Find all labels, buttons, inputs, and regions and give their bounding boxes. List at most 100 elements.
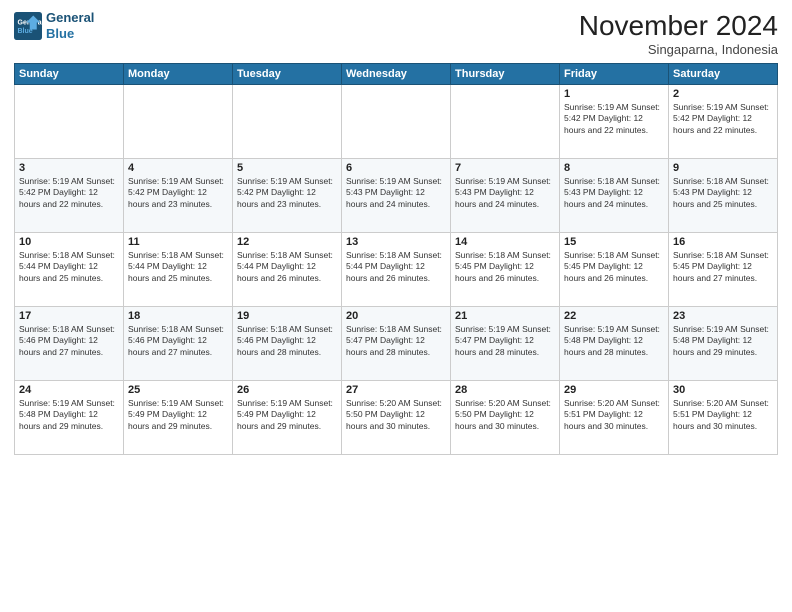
day-info: Sunrise: 5:20 AM Sunset: 5:50 PM Dayligh…: [455, 398, 555, 432]
day-number: 20: [346, 310, 446, 322]
calendar-week-2: 3 Sunrise: 5:19 AM Sunset: 5:42 PM Daylig…: [15, 159, 778, 233]
logo-line2: Blue: [46, 26, 74, 41]
month-title: November 2024: [579, 10, 778, 42]
day-number: 11: [128, 236, 228, 248]
calendar-week-5: 24Sunrise: 5:19 AM Sunset: 5:48 PM Dayli…: [15, 381, 778, 455]
logo-line1: General: [46, 10, 94, 25]
table-row: 21 Sunrise: 5:19 AM Sunset: 5:47 PM Dayli…: [451, 307, 560, 381]
day-info: Sunrise: 5:19 AM Sunset: 5:42 PM Dayligh…: [564, 102, 664, 136]
day-number: 2: [673, 88, 773, 100]
day-number: 21: [455, 310, 555, 322]
table-row: 28Sunrise: 5:20 AM Sunset: 5:50 PM Dayli…: [451, 381, 560, 455]
day-info: Sunrise: 5:19 AM Sunset: 5:43 PM Dayligh…: [346, 176, 446, 210]
day-info: Sunrise: 5:19 AM Sunset: 5:42 PM Dayligh…: [19, 176, 119, 210]
day-info: Sunrise: 5:18 AM Sunset: 5:44 PM Dayligh…: [346, 250, 446, 284]
day-number: 23: [673, 310, 773, 322]
logo: General Blue General Blue: [14, 10, 94, 41]
day-number: 9: [673, 162, 773, 174]
day-info: Sunrise: 5:20 AM Sunset: 5:51 PM Dayligh…: [673, 398, 773, 432]
day-info: Sunrise: 5:20 AM Sunset: 5:51 PM Dayligh…: [564, 398, 664, 432]
calendar-week-1: 1 Sunrise: 5:19 AM Sunset: 5:42 PM Daylig…: [15, 85, 778, 159]
header-monday: Monday: [124, 64, 233, 85]
table-row: 14 Sunrise: 5:18 AM Sunset: 5:45 PM Dayli…: [451, 233, 560, 307]
header-tuesday: Tuesday: [233, 64, 342, 85]
table-row: [342, 85, 451, 159]
logo-text: General Blue: [46, 10, 94, 41]
table-row: 19Sunrise: 5:18 AM Sunset: 5:46 PM Dayli…: [233, 307, 342, 381]
day-number: 4: [128, 162, 228, 174]
table-row: 23 Sunrise: 5:19 AM Sunset: 5:48 PM Dayli…: [669, 307, 778, 381]
day-info: Sunrise: 5:19 AM Sunset: 5:49 PM Dayligh…: [128, 398, 228, 432]
day-info: Sunrise: 5:18 AM Sunset: 5:46 PM Dayligh…: [128, 324, 228, 358]
day-number: 22: [564, 310, 664, 322]
table-row: 20 Sunrise: 5:18 AM Sunset: 5:47 PM Dayli…: [342, 307, 451, 381]
header: General Blue General Blue November 2024 …: [14, 10, 778, 57]
day-info: Sunrise: 5:20 AM Sunset: 5:50 PM Dayligh…: [346, 398, 446, 432]
day-number: 26: [237, 384, 337, 396]
table-row: 17 Sunrise: 5:18 AM Sunset: 5:46 PM Dayli…: [15, 307, 124, 381]
day-number: 7: [455, 162, 555, 174]
table-row: 26 Sunrise: 5:19 AM Sunset: 5:49 PM Dayli…: [233, 381, 342, 455]
day-info: Sunrise: 5:19 AM Sunset: 5:48 PM Dayligh…: [673, 324, 773, 358]
table-row: [15, 85, 124, 159]
table-row: 12Sunrise: 5:18 AM Sunset: 5:44 PM Dayli…: [233, 233, 342, 307]
day-number: 29: [564, 384, 664, 396]
day-info: Sunrise: 5:19 AM Sunset: 5:49 PM Dayligh…: [237, 398, 337, 432]
day-number: 1: [564, 88, 664, 100]
day-info: Sunrise: 5:19 AM Sunset: 5:43 PM Dayligh…: [455, 176, 555, 210]
location-subtitle: Singaparna, Indonesia: [579, 42, 778, 57]
day-info: Sunrise: 5:18 AM Sunset: 5:46 PM Dayligh…: [19, 324, 119, 358]
table-row: 4 Sunrise: 5:19 AM Sunset: 5:42 PM Daylig…: [124, 159, 233, 233]
logo-icon: General Blue: [14, 12, 42, 40]
table-row: 13Sunrise: 5:18 AM Sunset: 5:44 PM Dayli…: [342, 233, 451, 307]
day-number: 6: [346, 162, 446, 174]
day-number: 10: [19, 236, 119, 248]
table-row: 15 Sunrise: 5:18 AM Sunset: 5:45 PM Dayli…: [560, 233, 669, 307]
day-number: 15: [564, 236, 664, 248]
table-row: 24Sunrise: 5:19 AM Sunset: 5:48 PM Dayli…: [15, 381, 124, 455]
table-row: 11 Sunrise: 5:18 AM Sunset: 5:44 PM Dayli…: [124, 233, 233, 307]
table-row: 27 Sunrise: 5:20 AM Sunset: 5:50 PM Dayli…: [342, 381, 451, 455]
day-info: Sunrise: 5:19 AM Sunset: 5:47 PM Dayligh…: [455, 324, 555, 358]
table-row: [451, 85, 560, 159]
day-number: 17: [19, 310, 119, 322]
table-row: 1 Sunrise: 5:19 AM Sunset: 5:42 PM Daylig…: [560, 85, 669, 159]
header-wednesday: Wednesday: [342, 64, 451, 85]
day-info: Sunrise: 5:19 AM Sunset: 5:48 PM Dayligh…: [564, 324, 664, 358]
day-info: Sunrise: 5:18 AM Sunset: 5:45 PM Dayligh…: [564, 250, 664, 284]
day-info: Sunrise: 5:18 AM Sunset: 5:47 PM Dayligh…: [346, 324, 446, 358]
calendar-header-row: Sunday Monday Tuesday Wednesday Thursday…: [15, 64, 778, 85]
day-info: Sunrise: 5:18 AM Sunset: 5:44 PM Dayligh…: [128, 250, 228, 284]
day-info: Sunrise: 5:18 AM Sunset: 5:45 PM Dayligh…: [455, 250, 555, 284]
table-row: [124, 85, 233, 159]
calendar-week-3: 10 Sunrise: 5:18 AM Sunset: 5:44 PM Dayli…: [15, 233, 778, 307]
title-block: November 2024 Singaparna, Indonesia: [579, 10, 778, 57]
day-number: 18: [128, 310, 228, 322]
day-info: Sunrise: 5:18 AM Sunset: 5:43 PM Dayligh…: [673, 176, 773, 210]
header-friday: Friday: [560, 64, 669, 85]
table-row: 16Sunrise: 5:18 AM Sunset: 5:45 PM Dayli…: [669, 233, 778, 307]
day-number: 16: [673, 236, 773, 248]
table-row: 25 Sunrise: 5:19 AM Sunset: 5:49 PM Dayli…: [124, 381, 233, 455]
table-row: [233, 85, 342, 159]
calendar-week-4: 17 Sunrise: 5:18 AM Sunset: 5:46 PM Dayli…: [15, 307, 778, 381]
day-number: 8: [564, 162, 664, 174]
day-info: Sunrise: 5:18 AM Sunset: 5:44 PM Dayligh…: [19, 250, 119, 284]
day-number: 19: [237, 310, 337, 322]
day-number: 5: [237, 162, 337, 174]
table-row: 8 Sunrise: 5:18 AM Sunset: 5:43 PM Daylig…: [560, 159, 669, 233]
table-row: 2 Sunrise: 5:19 AM Sunset: 5:42 PM Daylig…: [669, 85, 778, 159]
day-info: Sunrise: 5:18 AM Sunset: 5:43 PM Dayligh…: [564, 176, 664, 210]
day-info: Sunrise: 5:19 AM Sunset: 5:42 PM Dayligh…: [673, 102, 773, 136]
table-row: 18 Sunrise: 5:18 AM Sunset: 5:46 PM Dayli…: [124, 307, 233, 381]
calendar-table: Sunday Monday Tuesday Wednesday Thursday…: [14, 63, 778, 455]
day-number: 14: [455, 236, 555, 248]
day-number: 25: [128, 384, 228, 396]
table-row: 7 Sunrise: 5:19 AM Sunset: 5:43 PM Daylig…: [451, 159, 560, 233]
day-info: Sunrise: 5:19 AM Sunset: 5:42 PM Dayligh…: [128, 176, 228, 210]
day-info: Sunrise: 5:19 AM Sunset: 5:48 PM Dayligh…: [19, 398, 119, 432]
day-number: 3: [19, 162, 119, 174]
day-number: 27: [346, 384, 446, 396]
day-info: Sunrise: 5:19 AM Sunset: 5:42 PM Dayligh…: [237, 176, 337, 210]
day-number: 12: [237, 236, 337, 248]
